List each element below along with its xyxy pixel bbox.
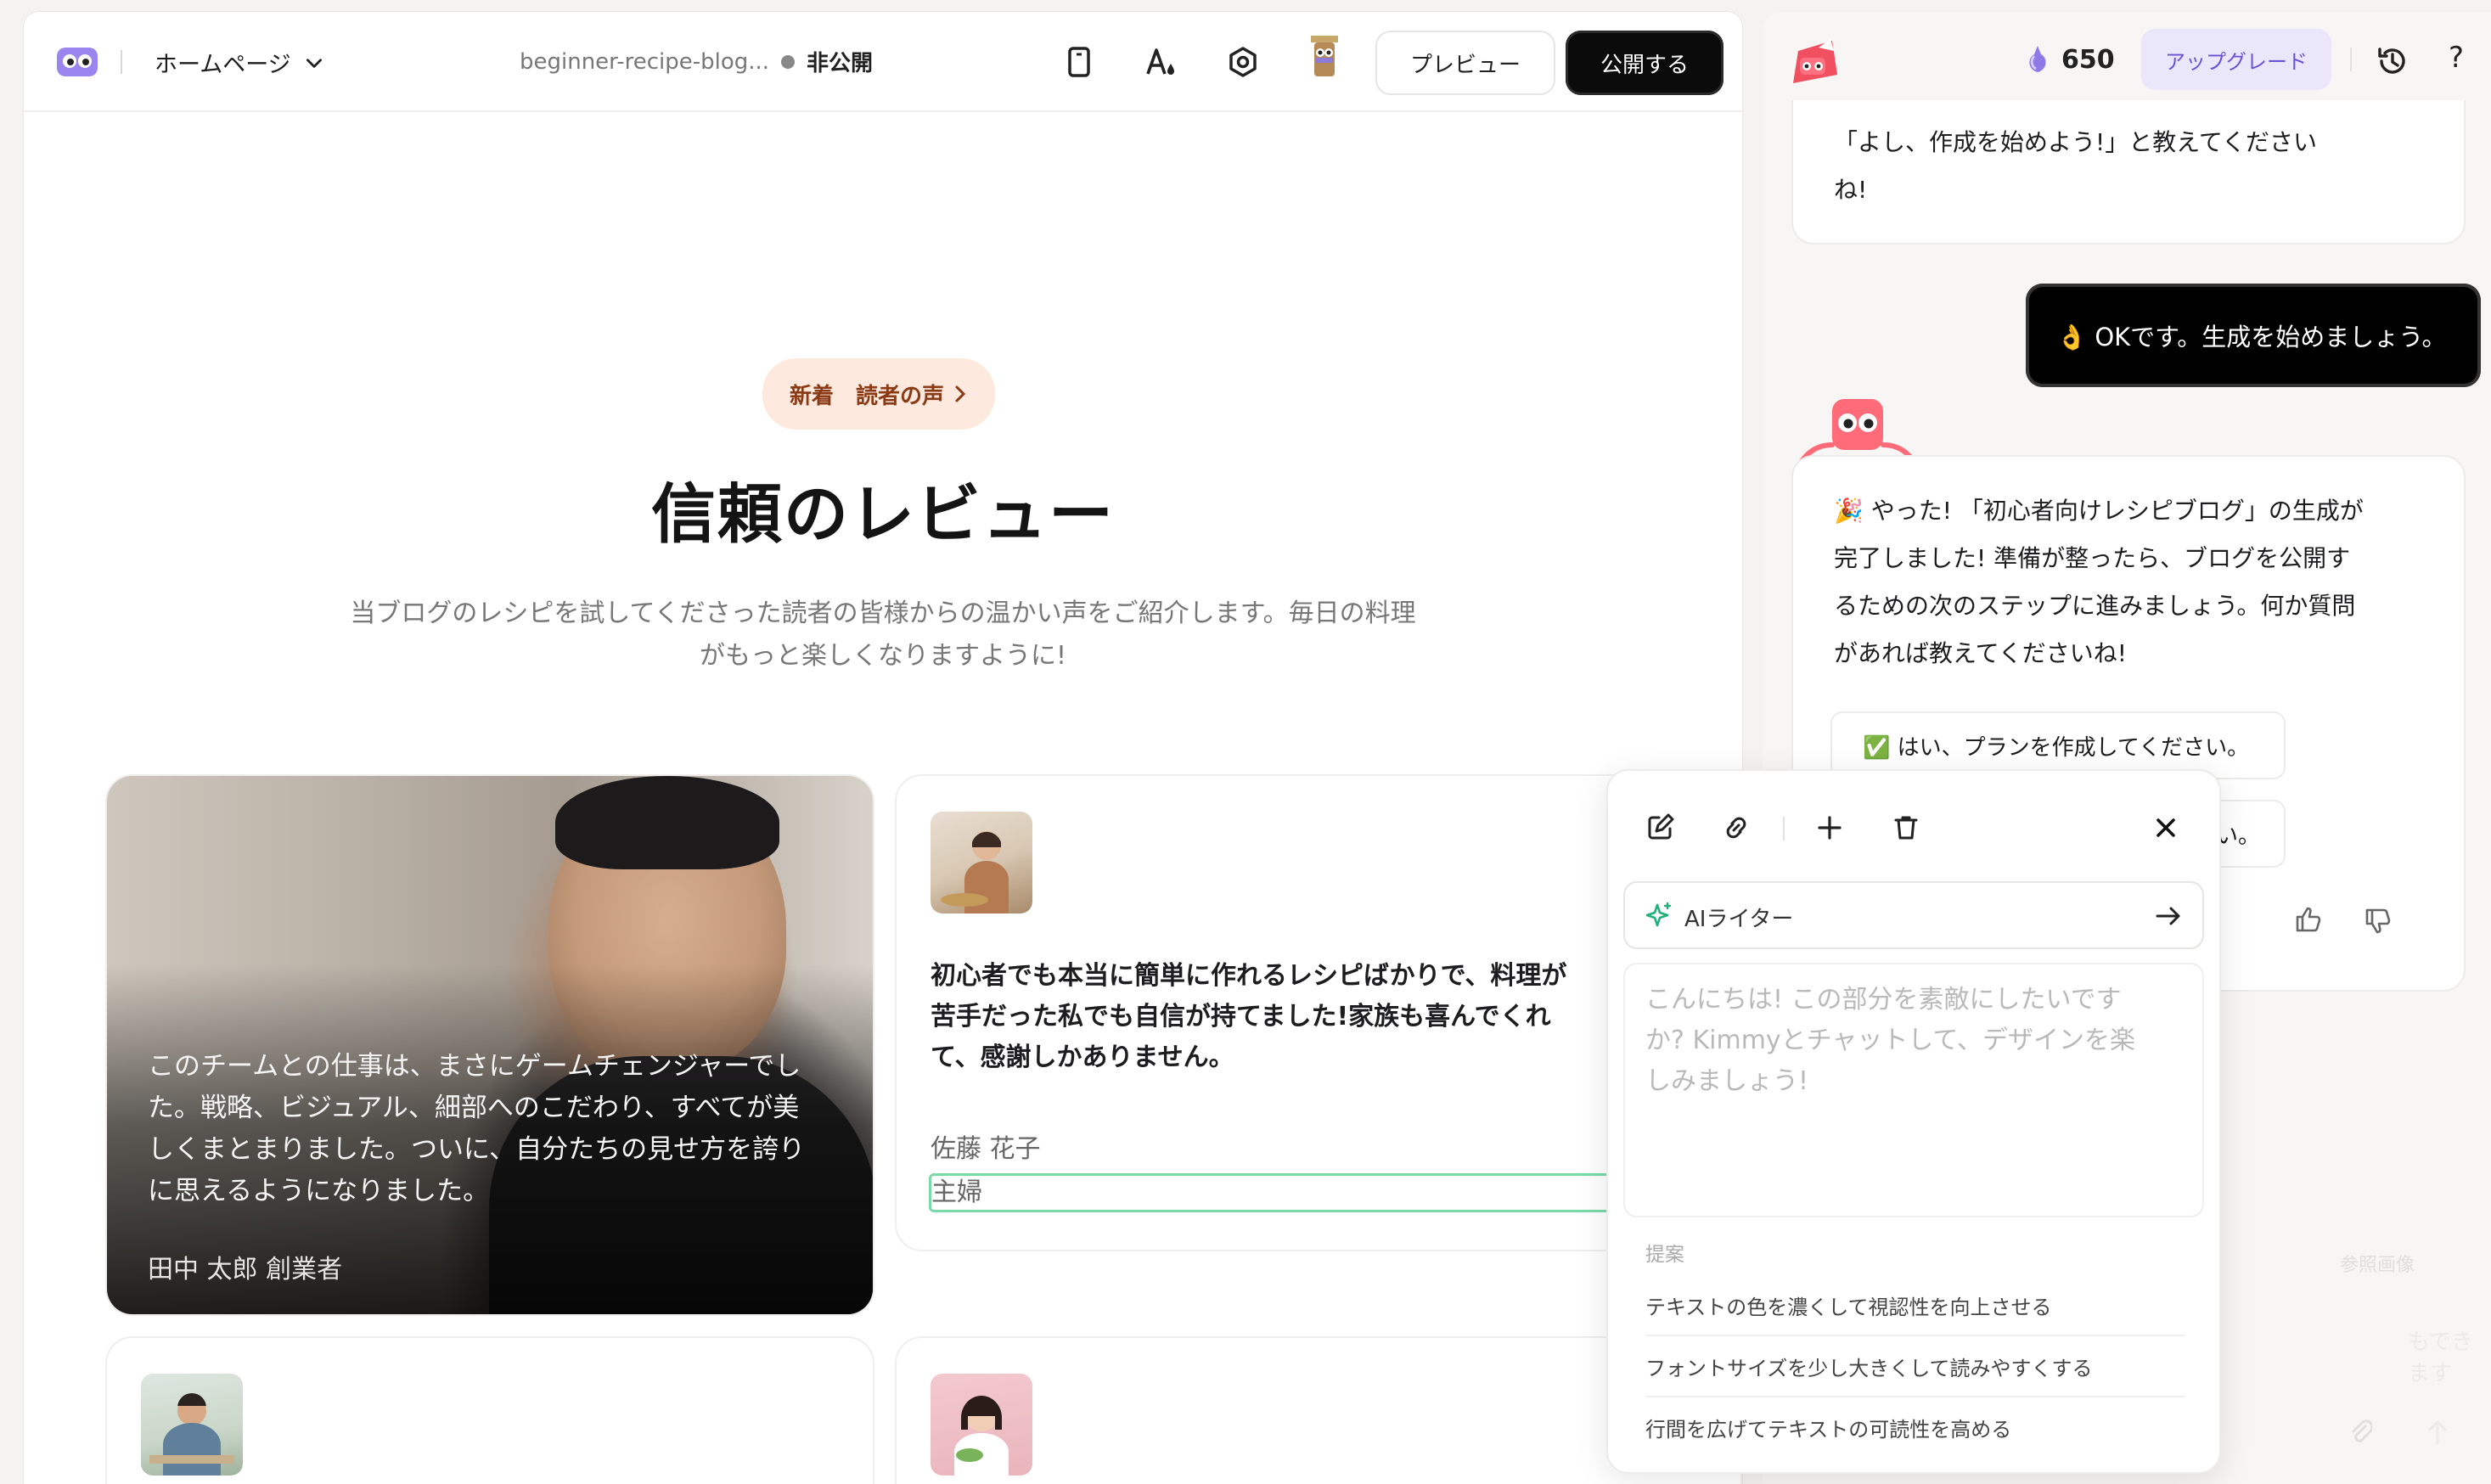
subtitle-line: 当ブログのレシピを試してくださった読者の皆様からの温かい声をご紹介します。毎日の… [350,599,1416,628]
settings-icon[interactable] [1226,45,1260,79]
trash-icon[interactable] [1892,813,1920,842]
suggestion-item[interactable]: テキストの色を濃くして視認性を向上させる [1645,1290,2052,1320]
private-dot-icon [779,53,796,70]
quote-line: このチームとの仕事は、まさにゲームチェンジャーでし [148,1051,801,1082]
badge-new: 新着 [790,383,835,409]
typography-icon[interactable] [1144,45,1178,79]
badge-link: 読者の声 [856,383,945,409]
avatar [931,812,1032,913]
ai-prompt-input[interactable]: こんにちは! この部分を素敵にしたいです か? Kimmyとチャットして、デザイ… [1623,963,2204,1217]
editor-canvas: ホームページ beginner-recipe-blog... 非公開 プレビュー… [24,12,1742,1484]
subtitle-line: がもっと楽しくなりますように! [699,641,1067,671]
arrow-right-icon[interactable] [2155,903,2182,929]
page-selector[interactable]: ホームページ [155,46,325,79]
testimonial-author: 佐藤 花子 [931,1134,1041,1164]
message-line: 「よし、作成を始めよう!」と教えてください [1834,128,2317,156]
chevron-down-icon [303,52,325,74]
preview-button[interactable]: プレビュー [1375,31,1555,95]
user-message: 👌 OKです。生成を始めましょう。 [2026,284,2481,387]
testimonial-card-featured[interactable]: このチームとの仕事は、まさにゲームチェンジャーでし た。戦略、ビジュアル、細部へ… [105,774,874,1316]
assistant-message: 「よし、作成を始めよう!」と教えてください ね! [1791,100,2466,245]
ai-writer-bar[interactable]: AIライター [1623,881,2204,949]
message-line: 🎉 やった! 「初心者向けレシピブログ」の生成が [1834,497,2364,525]
placeholder-line: こんにちは! この部分を素敵にしたいです [1645,985,2122,1015]
add-icon[interactable] [1815,813,1844,842]
ai-writer-panel: AIライター こんにちは! この部分を素敵にしたいです か? Kimmyとチャッ… [1606,769,2221,1474]
close-icon[interactable] [2151,813,2180,842]
divider [1783,817,1785,840]
page-selector-label: ホームページ [155,52,291,78]
publish-button[interactable]: 公開する [1566,31,1723,95]
composer-placeholder: もできます [2408,1329,2473,1386]
app-logo-icon[interactable] [56,46,98,78]
mascot-icon[interactable] [1307,34,1341,82]
thumbs-down-icon[interactable] [2364,907,2393,936]
avatar [931,1374,1032,1476]
gem-icon [2024,44,2051,75]
visibility-status: 非公開 [807,51,874,76]
site-info: beginner-recipe-blog... 非公開 [520,46,873,77]
placeholder-line: しみましょう! [1645,1066,1809,1096]
section-subtitle: 当ブログのレシピを試してくださった読者の皆様からの温かい声をご紹介します。毎日の… [278,593,1487,677]
photo-overlay [107,776,873,1314]
placeholder-line: か? Kimmyとチャットして、デザインを楽 [1645,1026,2135,1055]
send-icon[interactable] [2425,1418,2450,1447]
avatar [141,1374,243,1476]
message-line: るための次のステップに進みましょう。何か質問 [1834,592,2356,620]
divider [1645,1335,2185,1336]
attach-icon[interactable] [2347,1418,2372,1447]
divider [1645,1396,2185,1397]
mobile-view-icon[interactable] [1065,45,1094,79]
upgrade-button[interactable]: アップグレード [2141,29,2331,90]
quote-line: に思えるようになりました。 [148,1176,490,1206]
divider [2350,48,2352,71]
chevron-right-icon [953,385,968,403]
message-line: があれば教えてくださいね! [1834,639,2127,667]
quote-line: しくまとまりました。ついに、自分たちの見せ方を誇り [148,1134,806,1165]
ai-writer-label: AIライター [1684,907,1794,932]
sparkle-icon [1645,902,1673,929]
message-line: ね! [1834,176,1868,204]
suggestion-item[interactable]: 行間を広げてテキストの可読性を高める [1645,1413,2011,1442]
section-title: 信頼のレビュー [651,476,1115,552]
editor-topbar: ホームページ beginner-recipe-blog... 非公開 プレビュー… [24,12,1742,112]
divider [121,50,122,74]
edit-link-icon[interactable] [1645,813,1674,842]
quote-line: た。戦略、ビジュアル、細部へのこだわり、すべてが美 [148,1093,800,1123]
help-button[interactable]: ? [2449,41,2464,75]
suggestion-item[interactable]: フォントサイズを少し大きくして読みやすくする [1645,1352,2093,1381]
message-line: 完了しました! 準備が整ったら、ブログを公開す [1834,544,2351,572]
site-name: beginner-recipe-blog... [520,48,770,75]
testimonial-author: 田中 太郎 創業者 [148,1255,343,1284]
link-icon[interactable] [1722,813,1751,842]
news-badge[interactable]: 新着 読者の声 [762,358,996,430]
history-icon[interactable] [2376,44,2409,78]
credits-value: 650 [2061,44,2115,75]
testimonial-card[interactable] [105,1336,874,1484]
thumbs-up-icon[interactable] [2294,905,2323,934]
suggestions-heading: 提案 [1645,1244,1684,1266]
credits-counter[interactable]: 650 [2024,44,2115,75]
assistant-avatar [1785,32,1844,92]
testimonial-quote: このチームとの仕事は、まさにゲームチェンジャーでし た。戦略、ビジュアル、細部へ… [148,1046,844,1212]
reference-image-label: 参照画像 [2340,1255,2415,1276]
